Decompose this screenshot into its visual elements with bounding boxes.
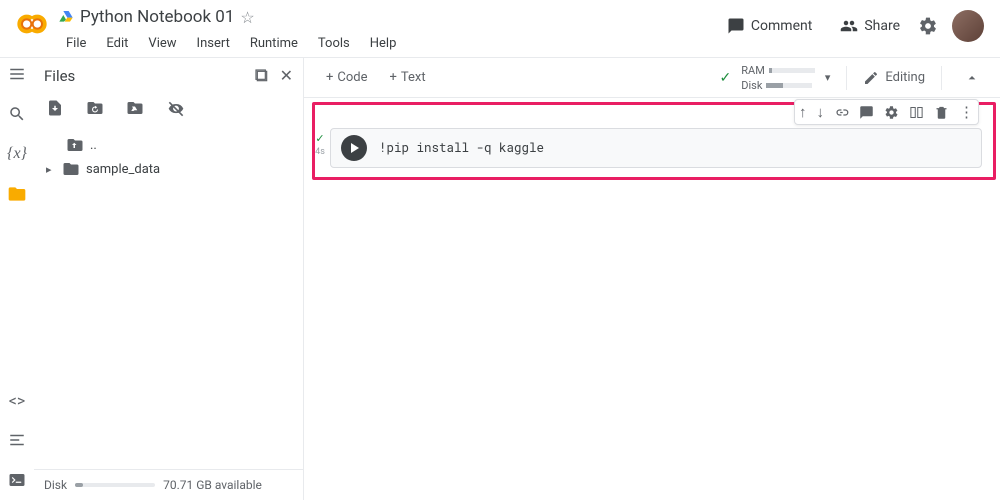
code-cell-row: ✓ 4s ↑ ↓ — [310, 128, 982, 168]
chevron-right-icon[interactable]: ▸ — [46, 163, 56, 176]
resource-dropdown-icon[interactable]: ▾ — [825, 71, 831, 84]
share-button[interactable]: Share — [830, 11, 910, 41]
tree-item-label: .. — [90, 138, 97, 153]
ram-meter — [769, 68, 815, 73]
editing-label: Editing — [885, 70, 925, 85]
title-area: Python Notebook 01 ☆ File Edit View Inse… — [58, 6, 717, 55]
refresh-icon[interactable] — [86, 99, 104, 119]
code-cell[interactable]: ↑ ↓ — [330, 128, 982, 168]
command-palette-icon[interactable] — [7, 430, 27, 450]
menu-bar: File Edit View Insert Runtime Tools Help — [58, 32, 717, 55]
add-code-button[interactable]: +Code — [318, 66, 376, 89]
header-actions: Comment Share — [717, 10, 984, 42]
variables-icon[interactable]: {x} — [7, 144, 27, 164]
menu-insert[interactable]: Insert — [189, 32, 238, 55]
new-window-icon[interactable] — [254, 68, 270, 84]
upload-icon[interactable] — [46, 99, 64, 119]
menu-file[interactable]: File — [58, 32, 94, 55]
connected-check-icon: ✓ — [720, 70, 732, 86]
mirror-cell-icon[interactable] — [909, 105, 924, 120]
resource-indicator[interactable]: ✓ RAM Disk ▾ — [720, 64, 831, 92]
toc-icon[interactable] — [7, 64, 27, 84]
add-text-button[interactable]: +Text — [382, 66, 434, 89]
cell-gutter: ✓ 4s — [310, 128, 330, 157]
search-icon[interactable] — [7, 104, 27, 124]
folder-icon — [62, 160, 80, 178]
code-snippets-icon[interactable]: <> — [7, 390, 27, 410]
cell-success-icon: ✓ — [315, 132, 324, 145]
cell-toolbar: ↑ ↓ — [794, 99, 979, 125]
notebook-area: ✓ 4s ↑ ↓ — [304, 98, 1000, 168]
colab-logo — [16, 8, 48, 40]
files-panel: Files ✕ — [34, 58, 304, 500]
comment-label: Comment — [751, 18, 812, 34]
run-cell-button[interactable] — [341, 135, 367, 161]
terminal-icon[interactable] — [7, 470, 27, 490]
files-icon[interactable] — [7, 184, 27, 204]
menu-tools[interactable]: Tools — [310, 32, 358, 55]
editing-mode-button[interactable]: Editing — [863, 70, 925, 86]
comment-cell-icon[interactable] — [859, 105, 874, 120]
main-toolbar: +Code +Text ✓ RAM Disk ▾ Editing — [304, 58, 1000, 98]
folder-up-icon — [66, 136, 84, 154]
disk-available: 70.71 GB available — [163, 478, 262, 492]
tree-sample-data[interactable]: ▸ sample_data — [42, 157, 295, 181]
mount-drive-icon[interactable] — [126, 99, 144, 119]
delete-cell-icon[interactable] — [934, 105, 949, 120]
disk-label: Disk — [44, 478, 67, 492]
tree-parent-dir[interactable]: .. — [42, 133, 295, 157]
document-title[interactable]: Python Notebook 01 — [80, 7, 234, 27]
app-header: Python Notebook 01 ☆ File Edit View Inse… — [0, 0, 1000, 58]
cell-code[interactable]: !pip install -q kaggle — [379, 140, 544, 156]
disk-footer: Disk 70.71 GB available — [34, 469, 303, 500]
menu-runtime[interactable]: Runtime — [242, 32, 306, 55]
menu-edit[interactable]: Edit — [98, 32, 136, 55]
disk-meter — [75, 483, 155, 487]
settings-icon[interactable] — [918, 16, 938, 36]
more-cell-icon[interactable]: ⋮ — [959, 103, 974, 121]
link-icon[interactable] — [834, 105, 849, 120]
move-down-icon[interactable]: ↓ — [817, 103, 825, 121]
disk-label-tool: Disk — [741, 79, 762, 92]
close-panel-icon[interactable]: ✕ — [280, 66, 293, 85]
menu-help[interactable]: Help — [362, 32, 405, 55]
tree-item-label: sample_data — [86, 162, 160, 177]
files-toolbar — [34, 93, 303, 133]
collapse-toolbar-icon[interactable] — [958, 66, 986, 90]
add-code-label: Code — [337, 70, 367, 85]
add-text-label: Text — [401, 70, 426, 85]
share-label: Share — [864, 18, 900, 34]
file-tree: .. ▸ sample_data — [34, 133, 303, 181]
left-rail: {x} <> — [0, 58, 34, 500]
comment-button[interactable]: Comment — [717, 11, 822, 41]
drive-icon — [58, 9, 74, 25]
cell-settings-icon[interactable] — [884, 105, 899, 120]
user-avatar[interactable] — [952, 10, 984, 42]
main-area: +Code +Text ✓ RAM Disk ▾ Editing — [304, 58, 1000, 500]
disk-meter-tool — [766, 83, 812, 88]
move-up-icon[interactable]: ↑ — [799, 103, 807, 121]
menu-view[interactable]: View — [140, 32, 184, 55]
files-panel-title: Files — [44, 67, 244, 85]
ram-label: RAM — [741, 64, 765, 77]
hidden-files-icon[interactable] — [166, 99, 186, 119]
cell-exec-time: 4s — [315, 147, 325, 157]
app-body: {x} <> Files ✕ — [0, 58, 1000, 500]
star-icon[interactable]: ☆ — [240, 8, 254, 27]
